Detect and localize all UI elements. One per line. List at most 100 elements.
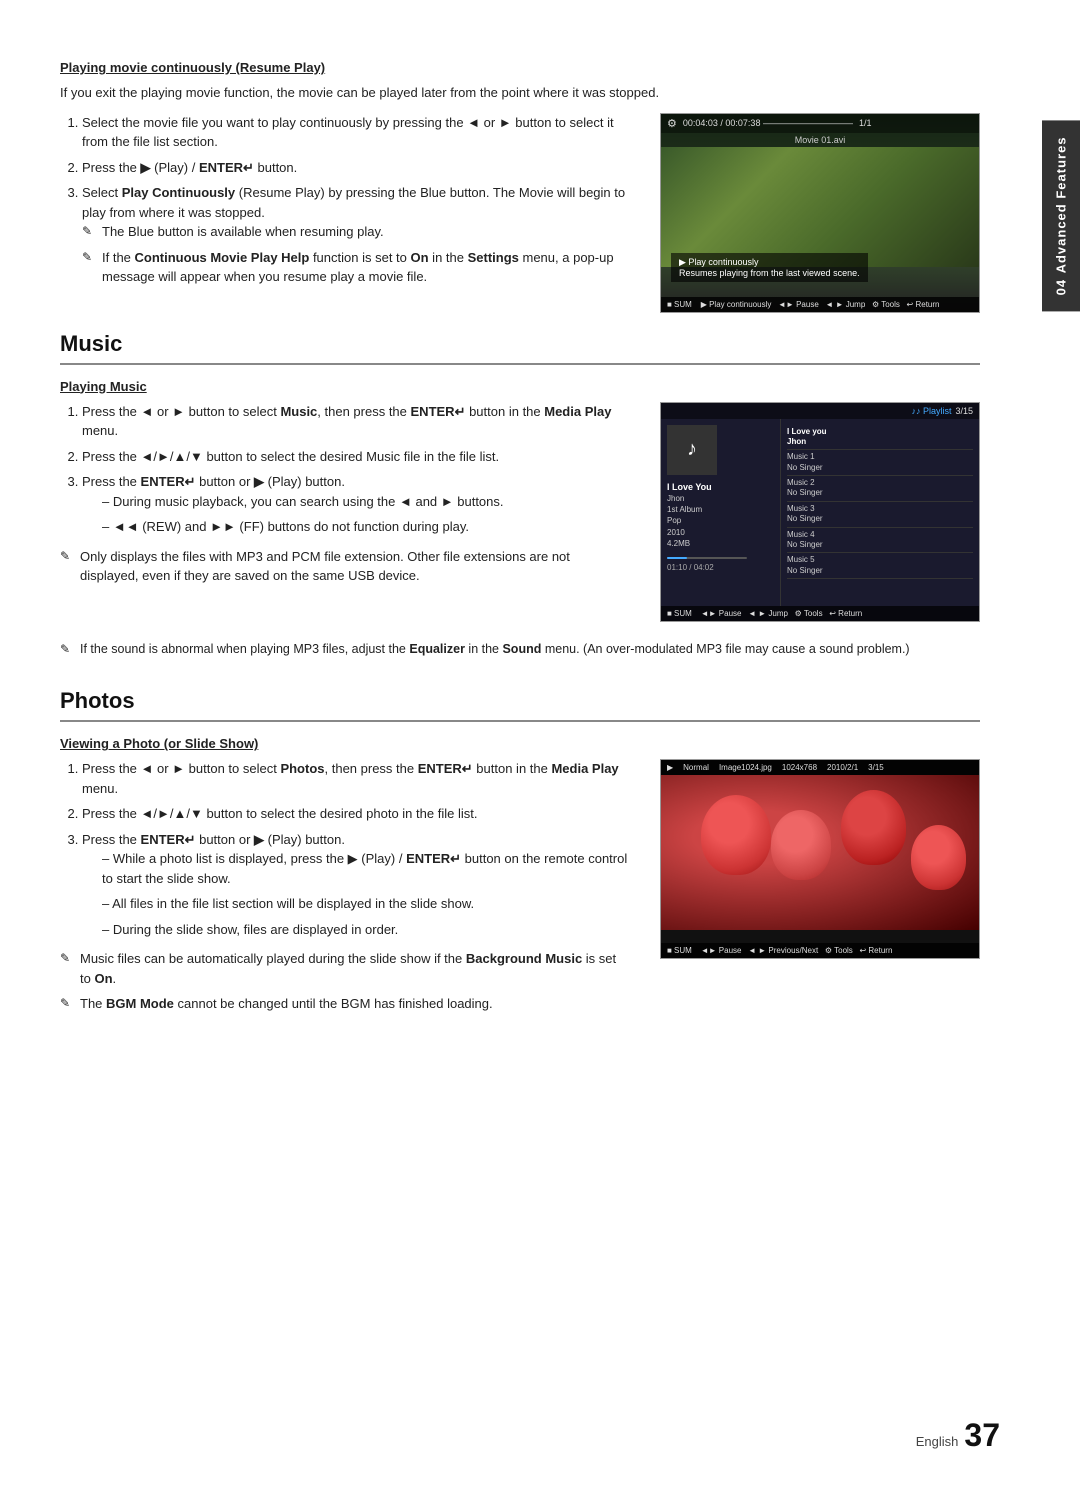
photo-counter: 3/15 xyxy=(868,763,884,772)
music-layout: Press the ◄ or ► button to select Music,… xyxy=(60,402,980,622)
music-body: ♪ I Love You Jhon 1st Album Pop 2010 4.2… xyxy=(661,419,979,606)
music-controls: ■ SUM ◄► Pause ◄ ► Jump ⚙ Tools ↩ Return xyxy=(667,609,862,618)
apple-shape xyxy=(771,810,831,880)
resume-note-2: If the Continuous Movie Play Help functi… xyxy=(82,248,630,287)
music-counter: 3/15 xyxy=(955,406,973,416)
step-item: Select the movie file you want to play c… xyxy=(82,113,630,152)
music-note-1: Only displays the files with MP3 and PCM… xyxy=(60,547,630,586)
step-item: Press the ENTER↵ button or ▶ (Play) butt… xyxy=(82,830,630,940)
step-item: Press the ◄ or ► button to select Photos… xyxy=(82,759,630,798)
photo-content: ▶ Normal Image1024.jpg 1024x768 2010/2/1… xyxy=(661,760,979,958)
chapter-tab: 04 Advanced Features xyxy=(1042,120,1080,311)
track-year: 2010 xyxy=(667,527,774,538)
movie-time: 00:04:03 / 00:07:38 —————————— xyxy=(683,118,853,128)
step-item: Press the ◄/►/▲/▼ button to select the d… xyxy=(82,804,630,824)
photos-section: Viewing a Photo (or Slide Show) Press th… xyxy=(60,736,980,1020)
playlist-item: Music 2No Singer xyxy=(787,476,973,502)
step-item: Press the ▶ (Play) / ENTER↵ button. xyxy=(82,158,630,178)
music-steps: Press the ◄ or ► button to select Music,… xyxy=(82,402,630,537)
movie-filename: Movie 01.avi xyxy=(661,133,979,147)
sub-item: All files in the file list section will … xyxy=(102,894,630,914)
chapter-title: Advanced Features xyxy=(1054,136,1069,273)
photos-layout: Press the ◄ or ► button to select Photos… xyxy=(60,759,980,1020)
playlist-item-active: I Love youJhon xyxy=(787,425,973,451)
photo-controls: ■ SUM ◄► Pause ◄ ► Previous/Next ⚙ Tools… xyxy=(667,946,892,955)
movie-icon: ⚙ xyxy=(667,117,677,130)
photo-date: 2010/2/1 xyxy=(827,763,858,772)
overlay-line2: Resumes playing from the last viewed sce… xyxy=(679,268,860,278)
photo-screenshot: ▶ Normal Image1024.jpg 1024x768 2010/2/1… xyxy=(660,759,980,959)
page-footer: English 37 xyxy=(916,1417,1000,1454)
music-left-panel: ♪ I Love You Jhon 1st Album Pop 2010 4.2… xyxy=(661,419,781,606)
sub-item: ◄◄ (REW) and ►► (FF) buttons do not func… xyxy=(102,517,630,537)
progress-bar-fill xyxy=(667,557,687,559)
music-playlist: I Love youJhon Music 1No Singer Music 2N… xyxy=(781,419,979,606)
photos-sub-list: While a photo list is displayed, press t… xyxy=(102,849,630,939)
playing-music-title: Playing Music xyxy=(60,379,980,394)
photos-note-2: The BGM Mode cannot be changed until the… xyxy=(60,994,630,1014)
movie-content: ⚙ 00:04:03 / 00:07:38 —————————— 1/1 Mov… xyxy=(661,114,979,312)
track-size: 4.2MB xyxy=(667,538,774,549)
overlay-line1: ▶ Play continuously xyxy=(679,257,860,268)
movie-scene xyxy=(661,147,979,267)
playlist-label: ♪♪ Playlist xyxy=(911,406,951,416)
movie-bottombar: ■ SUM ▶ Play continuously ◄► Pause ◄ ► J… xyxy=(661,297,979,312)
photo-filename: Image1024.jpg xyxy=(719,763,772,772)
resume-play-intro: If you exit the playing movie function, … xyxy=(60,83,980,103)
track-title: I Love You xyxy=(667,481,774,494)
photos-section-title: Photos xyxy=(60,688,980,722)
movie-counter: 1/1 xyxy=(859,118,872,128)
step-item: Press the ◄ or ► button to select Music,… xyxy=(82,402,630,441)
playlist-item: Music 3No Singer xyxy=(787,502,973,528)
music-track-info: I Love You Jhon 1st Album Pop 2010 4.2MB xyxy=(667,481,774,550)
step-item: Press the ENTER↵ button or ▶ (Play) butt… xyxy=(82,472,630,537)
page-label: English xyxy=(916,1434,959,1449)
photo-mode: Normal xyxy=(683,763,709,772)
photos-steps: Press the ◄ or ► button to select Photos… xyxy=(82,759,630,939)
sub-item: While a photo list is displayed, press t… xyxy=(102,849,630,888)
resume-play-screenshot: ⚙ 00:04:03 / 00:07:38 —————————— 1/1 Mov… xyxy=(660,113,980,313)
photo-image xyxy=(661,775,979,930)
music-progress: 01:10 / 04:02 xyxy=(667,557,774,572)
step-item: Press the ◄/►/▲/▼ button to select the d… xyxy=(82,447,630,467)
playlist-item: Music 1No Singer xyxy=(787,450,973,476)
music-section: Playing Music Press the ◄ or ► button to… xyxy=(60,379,980,659)
photo-screenshot-container: ▶ Normal Image1024.jpg 1024x768 2010/2/1… xyxy=(660,759,980,959)
music-content: ♪♪ Playlist 3/15 ♪ I Love You Jhon 1st A… xyxy=(661,403,979,621)
sub-item: During music playback, you can search us… xyxy=(102,492,630,512)
playlist-item: Music 4No Singer xyxy=(787,528,973,554)
music-album-art: ♪ xyxy=(667,425,717,475)
progress-bar-bg xyxy=(667,557,747,559)
movie-screenshot: ⚙ 00:04:03 / 00:07:38 —————————— 1/1 Mov… xyxy=(660,113,980,313)
photo-topbar: ▶ Normal Image1024.jpg 1024x768 2010/2/1… xyxy=(661,760,979,775)
resume-play-text: Select the movie file you want to play c… xyxy=(60,113,630,297)
music-sub-list: During music playback, you can search us… xyxy=(102,492,630,537)
movie-overlay: ▶ Play continuously Resumes playing from… xyxy=(671,253,868,282)
apple-shape xyxy=(701,795,771,875)
track-artist: Jhon xyxy=(667,493,774,504)
music-section-title: Music xyxy=(60,331,980,365)
resume-play-title: Playing movie continuously (Resume Play) xyxy=(60,60,980,75)
apple-shape xyxy=(911,825,966,890)
resume-note-1: The Blue button is available when resumi… xyxy=(82,222,630,242)
photo-resolution: 1024x768 xyxy=(782,763,817,772)
photo-icon: ▶ xyxy=(667,763,673,772)
music-topbar: ♪♪ Playlist 3/15 xyxy=(661,403,979,419)
playlist-item: Music 5No Singer xyxy=(787,553,973,579)
music-text: Press the ◄ or ► button to select Music,… xyxy=(60,402,630,592)
music-time: 01:10 / 04:02 xyxy=(667,563,714,572)
photos-note-1: Music files can be automatically played … xyxy=(60,949,630,988)
music-bottombar: ■ SUM ◄► Pause ◄ ► Jump ⚙ Tools ↩ Return xyxy=(661,606,979,621)
music-screenshot-container: ♪♪ Playlist 3/15 ♪ I Love You Jhon 1st A… xyxy=(660,402,980,622)
step-item: Select Play Continuously (Resume Play) b… xyxy=(82,183,630,287)
track-album: 1st Album xyxy=(667,504,774,515)
resume-play-steps: Select the movie file you want to play c… xyxy=(82,113,630,287)
resume-play-layout: Select the movie file you want to play c… xyxy=(60,113,980,313)
movie-topbar: ⚙ 00:04:03 / 00:07:38 —————————— 1/1 xyxy=(661,114,979,133)
apple-shape xyxy=(841,790,906,865)
chapter-number: 04 xyxy=(1054,279,1069,295)
page-number: 37 xyxy=(964,1417,1000,1454)
photo-bottombar: ■ SUM ◄► Pause ◄ ► Previous/Next ⚙ Tools… xyxy=(661,943,979,958)
movie-controls: ■ SUM ▶ Play continuously ◄► Pause ◄ ► J… xyxy=(667,300,939,309)
sub-item: During the slide show, files are display… xyxy=(102,920,630,940)
